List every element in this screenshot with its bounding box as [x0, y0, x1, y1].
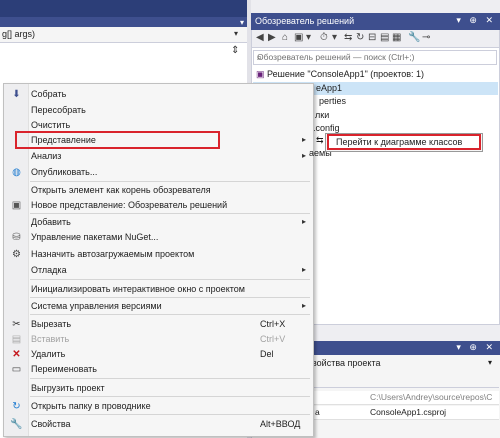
- open-folder-icon: ↻: [12, 401, 21, 412]
- scissors-icon: ✂: [12, 319, 21, 330]
- chevron-down-icon[interactable]: ▾: [234, 29, 238, 38]
- window-controls[interactable]: ▾ ⊕ ✕: [456, 15, 496, 26]
- submenu-item-label: Перейти к диаграмме классов: [336, 137, 463, 147]
- menu-item-open-folder[interactable]: ↻ Открыть папку в проводнике: [4, 399, 312, 414]
- chevron-down-icon[interactable]: ▾: [488, 358, 492, 367]
- paste-icon: ▤: [11, 334, 22, 345]
- menu-separator: [30, 414, 310, 415]
- submenu-arrow-icon: ▸: [301, 151, 306, 160]
- property-row[interactable]: a ConsoleApp1.csproj: [312, 406, 499, 420]
- editor-tab-strip: [0, 17, 247, 27]
- view-code-icon[interactable]: ▦: [392, 32, 401, 43]
- submenu-arrow-icon: ▸: [301, 135, 306, 144]
- tree-item-references[interactable]: лки: [315, 110, 329, 123]
- highlight-box: [15, 131, 220, 149]
- submenu-arrow-icon: ▸: [301, 217, 306, 226]
- menu-item-cut[interactable]: ✂ Вырезать Ctrl+X: [4, 317, 312, 332]
- solution-icon: ▣: [256, 69, 265, 79]
- menu-item-unload-project[interactable]: Выгрузить проект: [4, 381, 312, 396]
- submenu-arrow-icon: ▸: [301, 301, 306, 310]
- menu-item-properties[interactable]: 🔧 Свойства Alt+ВВОД: [4, 417, 312, 432]
- tree-item-solution[interactable]: ▣ Решение "ConsoleApp1" (проектов: 1): [256, 69, 424, 82]
- tree-item-properties[interactable]: perties: [319, 96, 346, 109]
- class-diagram-icon: ⇆: [316, 135, 324, 145]
- editor-navigation-bar[interactable]: g[] args) ▾: [0, 27, 247, 43]
- menu-separator: [30, 378, 310, 379]
- menu-separator: [30, 213, 310, 214]
- home-icon[interactable]: ⌂: [282, 32, 288, 43]
- menu-separator: [30, 297, 310, 298]
- menu-item-scope-to-this[interactable]: Открыть элемент как корень обозревателя: [4, 183, 312, 198]
- pin-icon[interactable]: ⊸: [422, 32, 430, 43]
- menu-item-interactive-window[interactable]: Инициализировать интерактивное окно с пр…: [4, 282, 312, 297]
- delete-icon: ✕: [12, 349, 21, 360]
- chevron-down-icon[interactable]: ▾: [332, 32, 337, 43]
- sync-icon[interactable]: ⇆: [344, 32, 352, 43]
- globe-icon: ◍: [12, 167, 21, 178]
- menu-separator: [30, 314, 310, 315]
- menu-separator: [30, 396, 310, 397]
- editor-dropdown-icon[interactable]: ▾: [240, 18, 244, 27]
- menu-item-rebuild[interactable]: Пересобрать: [4, 103, 312, 118]
- switch-views-icon[interactable]: ▣: [294, 32, 303, 43]
- pending-changes-icon[interactable]: ⏱: [320, 32, 328, 43]
- properties-wrench-icon[interactable]: 🔧: [408, 32, 420, 43]
- menu-item-paste[interactable]: ▤ Вставить Ctrl+V: [4, 332, 312, 347]
- search-icon[interactable]: ⌕: [257, 52, 493, 63]
- property-row[interactable]: C:\Users\Andrey\source\repos\C: [312, 391, 499, 405]
- submenu-arrow-icon: ▸: [301, 265, 306, 274]
- properties-toolbar: [312, 373, 499, 388]
- menu-separator: [30, 279, 310, 280]
- split-editor-icon[interactable]: ⇕: [231, 45, 239, 56]
- solution-explorer-search[interactable]: Обозреватель решений — поиск (Ctrl+;) ⌕: [253, 50, 497, 65]
- window-controls[interactable]: ▾ ⊕ ✕: [456, 342, 496, 353]
- build-icon: ⬇: [12, 89, 21, 100]
- menu-item-delete[interactable]: ✕ Удалить Del: [4, 347, 312, 362]
- menu-item-publish[interactable]: ◍ Опубликовать...: [4, 165, 312, 180]
- editor-nav-member: g[] args): [2, 29, 36, 39]
- collapse-all-icon[interactable]: ⊟: [368, 32, 376, 43]
- gear-icon: ⚙: [12, 249, 21, 260]
- menu-item-add[interactable]: Добавить ▸: [4, 215, 312, 230]
- properties-object-name: войства проекта: [312, 358, 381, 368]
- solution-explorer-title: Обозреватель решений: [255, 16, 355, 26]
- new-view-icon: ▣: [11, 200, 22, 211]
- menu-item-debug[interactable]: Отладка ▸: [4, 263, 312, 278]
- menu-item-new-view[interactable]: ▣ Новое представление: Обозреватель реше…: [4, 198, 312, 213]
- menu-item-nuget[interactable]: ⛁ Управление пакетами NuGet...: [4, 230, 312, 245]
- solution-explorer-titlebar: Обозреватель решений ▾ ⊕ ✕: [251, 13, 500, 30]
- refresh-icon[interactable]: ↻: [356, 32, 364, 43]
- menu-item-analyze[interactable]: Анализ ▸: [4, 149, 312, 164]
- nuget-icon: ⛁: [12, 232, 21, 243]
- forward-icon[interactable]: ▶: [268, 32, 276, 43]
- menu-item-rename[interactable]: ▭ Переименовать: [4, 362, 312, 377]
- back-icon[interactable]: ◀: [256, 32, 264, 43]
- rename-icon: ▭: [11, 364, 22, 375]
- menu-separator: [30, 181, 310, 182]
- menu-item-set-startup[interactable]: ⚙ Назначить автозагружаемым проектом: [4, 247, 312, 262]
- menu-item-source-control[interactable]: Система управления версиями ▸: [4, 299, 312, 314]
- wrench-icon: 🔧: [10, 419, 23, 430]
- menu-item-build[interactable]: ⬇ Собрать: [4, 87, 312, 102]
- show-all-files-icon[interactable]: ▤: [380, 32, 389, 43]
- solution-explorer-toolbar: ◀ ▶ ⌂ ▣ ▾ ⏱ ▾ ⇆ ↻ ⊟ ▤ ▦ 🔧 ⊸: [252, 30, 499, 48]
- chevron-down-icon[interactable]: ▾: [306, 32, 311, 43]
